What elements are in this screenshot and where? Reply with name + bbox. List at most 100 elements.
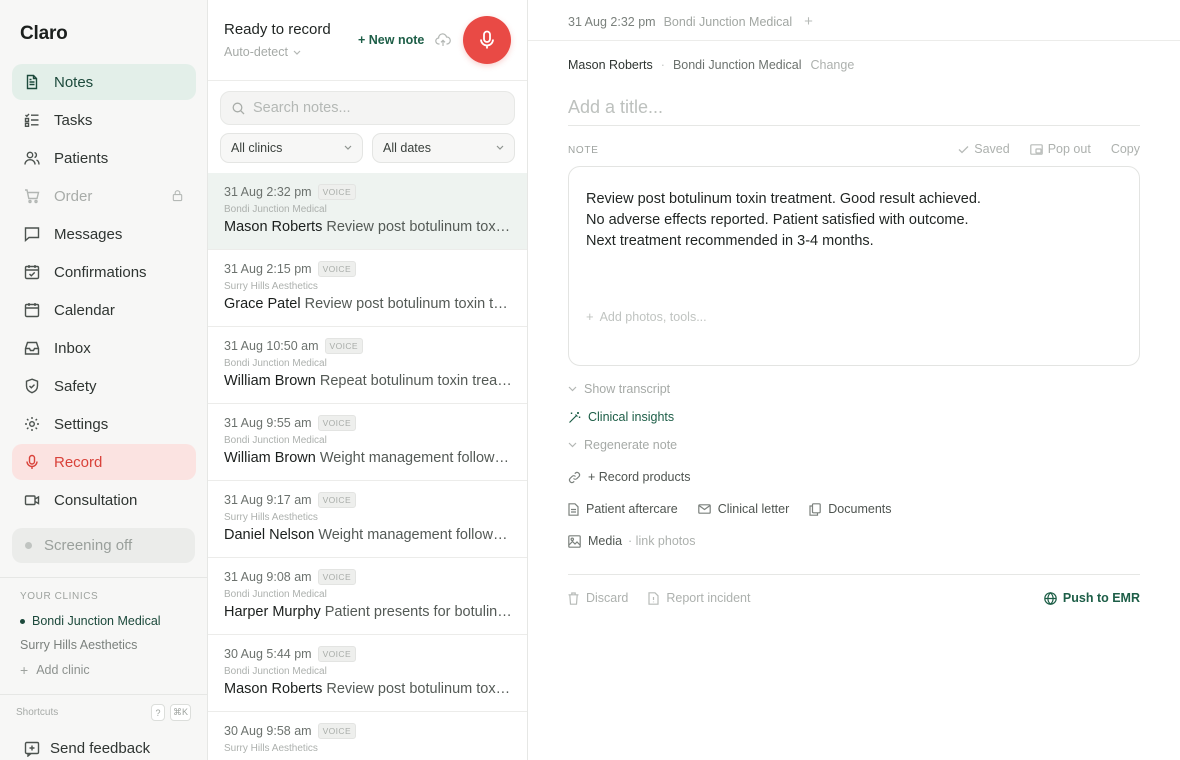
push-to-emr-button[interactable]: Push to EMR bbox=[1044, 591, 1140, 605]
media-sub-label[interactable]: · link photos bbox=[628, 534, 695, 548]
sidebar-item-safety[interactable]: Safety bbox=[12, 368, 196, 404]
search-input[interactable] bbox=[253, 100, 493, 116]
note-section-label: NOTE bbox=[568, 145, 599, 156]
note-time: 31 Aug 2:32 pm bbox=[224, 185, 312, 199]
shortcut-key-command[interactable]: ⌘K bbox=[170, 704, 191, 721]
note-body[interactable]: Review post botulinum toxin treatment. G… bbox=[586, 189, 981, 252]
note-meta: 31 Aug 9:55 am VOICE bbox=[224, 415, 512, 431]
sidebar-item-messages[interactable]: Messages bbox=[12, 216, 196, 252]
notes-icon bbox=[26, 74, 38, 90]
sidebar-item-patients[interactable]: Patients bbox=[12, 140, 196, 176]
media-label: Media bbox=[588, 534, 623, 548]
note-time: 31 Aug 2:15 pm bbox=[224, 262, 312, 276]
add-photos-label: Add photos, tools... bbox=[599, 309, 707, 324]
documents-button[interactable]: Documents bbox=[809, 502, 892, 516]
note-list-item[interactable]: 31 Aug 2:32 pm VOICE Bondi Junction Medica… bbox=[208, 173, 527, 250]
sidebar-item-label: Settings bbox=[54, 415, 109, 433]
patients-icon bbox=[24, 151, 40, 165]
documents-label: Documents bbox=[828, 502, 892, 516]
clinic-filter-select[interactable]: All clinics bbox=[220, 133, 363, 163]
globe-icon bbox=[1044, 591, 1057, 605]
note-list-item[interactable]: 30 Aug 9:58 am VOICE Surry Hills Aesthetic… bbox=[208, 712, 527, 760]
sidebar-item-settings[interactable]: Settings bbox=[12, 406, 196, 442]
record-button[interactable] bbox=[463, 16, 511, 64]
add-icon[interactable]: + bbox=[804, 13, 813, 30]
sidebar-item-record[interactable]: Record bbox=[12, 444, 196, 480]
patient-name[interactable]: Mason Roberts bbox=[568, 58, 653, 72]
note-clinic: Bondi Junction Medical bbox=[224, 589, 327, 600]
note-list-item[interactable]: 30 Aug 5:44 pm VOICE Bondi Junction Medica… bbox=[208, 635, 527, 712]
note-clinic: Bondi Junction Medical bbox=[224, 358, 327, 369]
link-icon bbox=[568, 471, 581, 483]
note-meta: 30 Aug 9:58 am VOICE bbox=[224, 723, 512, 739]
screening-label: Screening off bbox=[44, 537, 133, 554]
recording-mode-select[interactable]: Auto-detect bbox=[224, 45, 301, 59]
note-preview: Harper Murphy Patient presents for botul… bbox=[224, 604, 512, 620]
screening-toggle[interactable]: Screening off bbox=[12, 528, 195, 563]
date-filter-value: All dates bbox=[383, 141, 431, 155]
shortcut-key-help[interactable]: ? bbox=[151, 704, 165, 721]
note-list-item[interactable]: 31 Aug 10:50 am VOICE Bondi Junction Medic… bbox=[208, 327, 527, 404]
cloud-upload-icon[interactable] bbox=[435, 33, 451, 47]
clinical-insights-button[interactable]: Clinical insights bbox=[568, 410, 674, 424]
clinic-item[interactable]: Surry Hills Aesthetics bbox=[20, 638, 137, 652]
note-title-input[interactable] bbox=[568, 90, 1140, 126]
sidebar-item-inbox[interactable]: Inbox bbox=[12, 330, 196, 366]
sidebar-item-label: Patients bbox=[54, 149, 109, 167]
plus-icon: + bbox=[586, 309, 594, 324]
note-patient: Harper Murphy bbox=[224, 604, 321, 620]
regenerate-note-button[interactable]: Regenerate note bbox=[568, 438, 677, 452]
sidebar-item-label: Record bbox=[54, 453, 103, 471]
notes-list: 31 Aug 2:32 pm VOICE Bondi Junction Medica… bbox=[208, 173, 527, 760]
regenerate-label: Regenerate note bbox=[584, 438, 678, 452]
add-clinic-button[interactable]: + Add clinic bbox=[20, 662, 90, 678]
note-summary: Repeat botulinum toxin treatment. bbox=[319, 373, 512, 389]
note-editor[interactable]: Review post botulinum toxin treatment. G… bbox=[568, 166, 1140, 366]
show-transcript-label: Show transcript bbox=[584, 382, 671, 396]
pop-out-button[interactable]: Pop out bbox=[1029, 142, 1091, 156]
patient-aftercare-button[interactable]: Patient aftercare bbox=[568, 502, 678, 516]
sidebar-item-label: Calendar bbox=[54, 301, 115, 319]
sidebar: Claro Notes Tasks Patients Order Message… bbox=[0, 0, 208, 760]
copy-button[interactable]: Copy bbox=[1111, 142, 1140, 156]
document-tools: Patient aftercare Clinical letter Docume… bbox=[568, 502, 912, 516]
sidebar-item-consultation[interactable]: Consultation bbox=[12, 482, 196, 518]
note-clinic: Bondi Junction Medical bbox=[224, 204, 327, 215]
change-patient-link[interactable]: Change bbox=[810, 58, 854, 72]
note-list-item[interactable]: 31 Aug 2:15 pm VOICE Surry Hills Aesthetic… bbox=[208, 250, 527, 327]
note-list-item[interactable]: 31 Aug 9:08 am VOICE Bondi Junction Medica… bbox=[208, 558, 527, 635]
record-products-button[interactable]: + Record products bbox=[568, 470, 690, 484]
sidebar-item-calendar[interactable]: Calendar bbox=[12, 292, 196, 328]
date-filter-select[interactable]: All dates bbox=[372, 133, 515, 163]
sidebar-item-notes[interactable]: Notes bbox=[12, 64, 196, 100]
sidebar-item-tasks[interactable]: Tasks bbox=[12, 102, 196, 138]
add-clinic-label: Add clinic bbox=[36, 663, 90, 677]
sidebar-item-label: Notes bbox=[54, 73, 94, 91]
breadcrumb: 31 Aug 2:32 pm Bondi Junction Medical + bbox=[568, 13, 813, 30]
note-list-item[interactable]: 31 Aug 9:17 am VOICE Surry Hills Aesthetic… bbox=[208, 481, 527, 558]
search-box[interactable] bbox=[220, 91, 515, 125]
app-logo: Claro bbox=[20, 23, 68, 44]
discard-button[interactable]: Discard bbox=[568, 591, 628, 605]
note-line: No adverse effects reported. Patient sat… bbox=[586, 212, 969, 228]
clinical-letter-button[interactable]: Clinical letter bbox=[697, 502, 789, 516]
add-photos-button[interactable]: + Add photos, tools... bbox=[586, 309, 707, 324]
note-datetime: 31 Aug 2:32 pm bbox=[568, 14, 656, 29]
sidebar-item-order[interactable]: Order bbox=[12, 178, 196, 214]
message-icon bbox=[24, 227, 40, 242]
send-feedback-button[interactable]: Send feedback bbox=[24, 740, 150, 757]
saved-status: Saved bbox=[958, 142, 1010, 156]
note-patient: Daniel Nelson bbox=[224, 527, 315, 543]
note-clinic: Bondi Junction Medical bbox=[224, 666, 327, 677]
show-transcript-toggle[interactable]: Show transcript bbox=[568, 382, 670, 396]
chevron-down-icon bbox=[496, 145, 504, 150]
note-list-item[interactable]: 31 Aug 9:55 am VOICE Bondi Junction Medica… bbox=[208, 404, 527, 481]
clinic-item-active[interactable]: Bondi Junction Medical bbox=[20, 614, 161, 628]
sidebar-item-confirmations[interactable]: Confirmations bbox=[12, 254, 196, 290]
patient-line: Mason Roberts · Bondi Junction Medical C… bbox=[568, 58, 854, 72]
media-button[interactable]: Media · link photos bbox=[568, 534, 695, 548]
new-note-button[interactable]: + New note bbox=[358, 33, 424, 47]
report-incident-button[interactable]: Report incident bbox=[648, 591, 750, 605]
voice-badge: VOICE bbox=[317, 415, 357, 431]
sidebar-item-label: Inbox bbox=[54, 339, 91, 357]
